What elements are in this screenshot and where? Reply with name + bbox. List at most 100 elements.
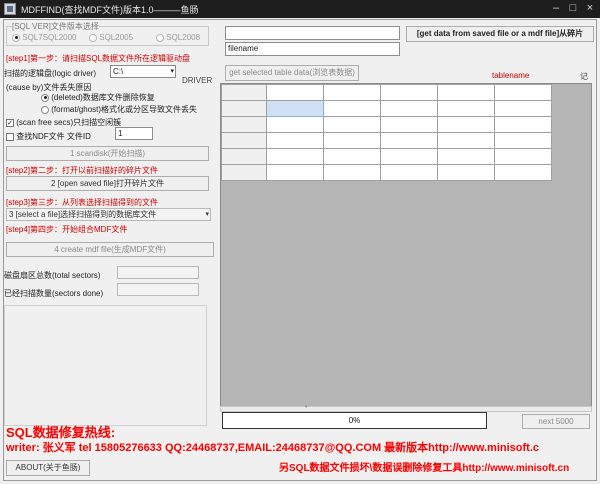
- radio-icon: [41, 93, 49, 102]
- grid-cell[interactable]: [494, 100, 552, 117]
- grid-cell[interactable]: [323, 100, 381, 117]
- path-input[interactable]: [225, 26, 400, 40]
- maximize-button[interactable]: □: [565, 2, 581, 15]
- drive-label: 扫描的逻辑盘(logic driver): [4, 69, 97, 78]
- next-5000-button[interactable]: next 5000: [522, 414, 590, 429]
- grid-cell[interactable]: [437, 116, 495, 133]
- grid-cell[interactable]: [323, 148, 381, 165]
- close-button[interactable]: ×: [582, 2, 598, 15]
- filename-field[interactable]: filename: [225, 42, 400, 56]
- table-row[interactable]: [221, 148, 552, 165]
- version-option-sql2008[interactable]: SQL2008: [156, 33, 200, 42]
- get-data-button[interactable]: [get data from saved file or a mdf file]…: [406, 26, 594, 42]
- tablename-cut-label: 记: [580, 72, 588, 81]
- row-header-cell[interactable]: [221, 164, 267, 181]
- version-option-sql2000[interactable]: SQL7SQL2000: [12, 33, 77, 42]
- other-tool-link[interactable]: 另SQL数据文件损坏\数据误删除修复工具http://www.minisoft.…: [279, 459, 569, 474]
- grid-cell[interactable]: [380, 100, 438, 117]
- step3-instruction: [step3]第三步：从列表选择扫描得到的文件: [6, 198, 159, 207]
- grid-cell[interactable]: [380, 132, 438, 149]
- chevron-down-icon: ▾: [205, 211, 209, 218]
- get-selected-table-button[interactable]: get selected table data(浏览表数据): [225, 65, 359, 81]
- grid-cell[interactable]: [323, 116, 381, 133]
- sectors-done-label: 已经扫描数量(sectors done): [4, 289, 104, 298]
- row-header-cell[interactable]: [221, 100, 267, 117]
- grid-header-row[interactable]: [221, 84, 552, 101]
- grid-cell[interactable]: [380, 164, 438, 181]
- grid-cell[interactable]: [494, 148, 552, 165]
- step1-instruction: [step1]第一步：请扫描SQL数据文件所在逻辑驱动盘: [6, 54, 191, 63]
- drive-select[interactable]: C:\ ▾: [110, 65, 176, 78]
- row-header-cell[interactable]: [221, 116, 267, 133]
- select-file-value: 3 [select a file]选择扫描得到的数据库文件: [9, 210, 157, 219]
- title-bar[interactable]: MDFFIND(查找MDF文件)版本1.0———鱼肠 – □ ×: [0, 0, 600, 18]
- grid-cell[interactable]: [494, 132, 552, 149]
- table-row[interactable]: [221, 116, 552, 133]
- checkbox-icon: [6, 132, 14, 141]
- grid-cell[interactable]: [494, 116, 552, 133]
- radio-icon: [12, 33, 20, 42]
- grid-table[interactable]: [221, 84, 552, 181]
- table-row[interactable]: [221, 164, 552, 181]
- column-header-cell[interactable]: [437, 84, 495, 101]
- chevron-down-icon: ▾: [170, 68, 174, 75]
- select-file-dropdown[interactable]: 3 [select a file]选择扫描得到的数据库文件 ▾: [6, 208, 211, 221]
- row-header-cell[interactable]: [221, 84, 267, 101]
- scan-free-label: (scan free secs)只扫描空闲簇: [16, 118, 122, 127]
- row-header-cell[interactable]: [221, 148, 267, 165]
- radio-icon: [41, 105, 49, 114]
- app-icon: [4, 3, 16, 15]
- checkmark-icon: ✓: [6, 118, 14, 127]
- window-body: [SQL VER]文件版本选择 SQL7SQL2000 SQL2005 SQL2…: [3, 19, 597, 481]
- grid-cell[interactable]: [380, 116, 438, 133]
- row-header-cell[interactable]: [221, 132, 267, 149]
- scandisk-button[interactable]: 1 scandisk(开始扫描): [6, 146, 209, 161]
- grid-cell[interactable]: [266, 116, 324, 133]
- cause-option-format[interactable]: (format/ghost)格式化或分区导致文件丢失: [41, 104, 197, 115]
- table-data-grid[interactable]: [220, 83, 592, 407]
- find-ndf-label: 查找NDF文件 文件ID: [16, 132, 91, 141]
- grid-cell[interactable]: [437, 164, 495, 181]
- version-option-label: SQL7SQL2000: [22, 33, 77, 42]
- driver-label: DRIVER: [182, 76, 213, 85]
- cause-option-label: (deleted)数据库文件删除恢复: [51, 93, 155, 102]
- grid-cell[interactable]: [323, 132, 381, 149]
- grid-cell[interactable]: [266, 100, 324, 117]
- radio-icon: [89, 33, 97, 42]
- grid-cell[interactable]: [437, 132, 495, 149]
- column-header-cell[interactable]: [323, 84, 381, 101]
- sectors-done-field: [117, 283, 199, 296]
- grid-cell[interactable]: [266, 164, 324, 181]
- column-header-cell[interactable]: [494, 84, 552, 101]
- grid-cell[interactable]: [266, 132, 324, 149]
- table-row[interactable]: [221, 132, 552, 149]
- file-id-input[interactable]: 1: [115, 127, 153, 140]
- total-sectors-field: [117, 266, 199, 279]
- minimize-button[interactable]: –: [548, 2, 564, 15]
- window-title: MDFFIND(查找MDF文件)版本1.0———鱼肠: [21, 5, 199, 15]
- version-option-sql2005[interactable]: SQL2005: [89, 33, 133, 42]
- step4-instruction: [step4]第四步：开始组合MDF文件: [6, 225, 128, 234]
- radio-icon: [156, 33, 164, 42]
- about-button[interactable]: ABOUT(关于鱼肠): [6, 460, 90, 476]
- version-option-label: SQL2005: [99, 33, 134, 42]
- column-header-cell[interactable]: [380, 84, 438, 101]
- cause-option-deleted[interactable]: (deleted)数据库文件删除恢复: [41, 92, 155, 103]
- writer-info[interactable]: writer: 张义军 tel 15805276633 QQ:24468737,…: [6, 439, 539, 455]
- find-ndf-checkbox[interactable]: 查找NDF文件 文件ID: [6, 131, 91, 142]
- version-group-label: [SQL VER]文件版本选择: [12, 21, 99, 32]
- grid-cell[interactable]: [380, 148, 438, 165]
- grid-cell[interactable]: [437, 100, 495, 117]
- version-option-label: SQL2008: [166, 33, 201, 42]
- open-saved-file-button[interactable]: 2 [open saved file]打开碎片文件: [6, 176, 209, 191]
- grid-cell[interactable]: [494, 164, 552, 181]
- scan-free-checkbox[interactable]: ✓ (scan free secs)只扫描空闲簇: [6, 117, 121, 128]
- grid-cell[interactable]: [323, 164, 381, 181]
- grid-cell[interactable]: [266, 148, 324, 165]
- log-panel: [4, 305, 207, 426]
- progress-bar: 0%: [222, 412, 487, 429]
- grid-cell[interactable]: [437, 148, 495, 165]
- create-mdf-button[interactable]: 4 create mdf file(生成MDF文件): [6, 242, 214, 257]
- table-row[interactable]: [221, 100, 552, 117]
- column-header-cell[interactable]: [266, 84, 324, 101]
